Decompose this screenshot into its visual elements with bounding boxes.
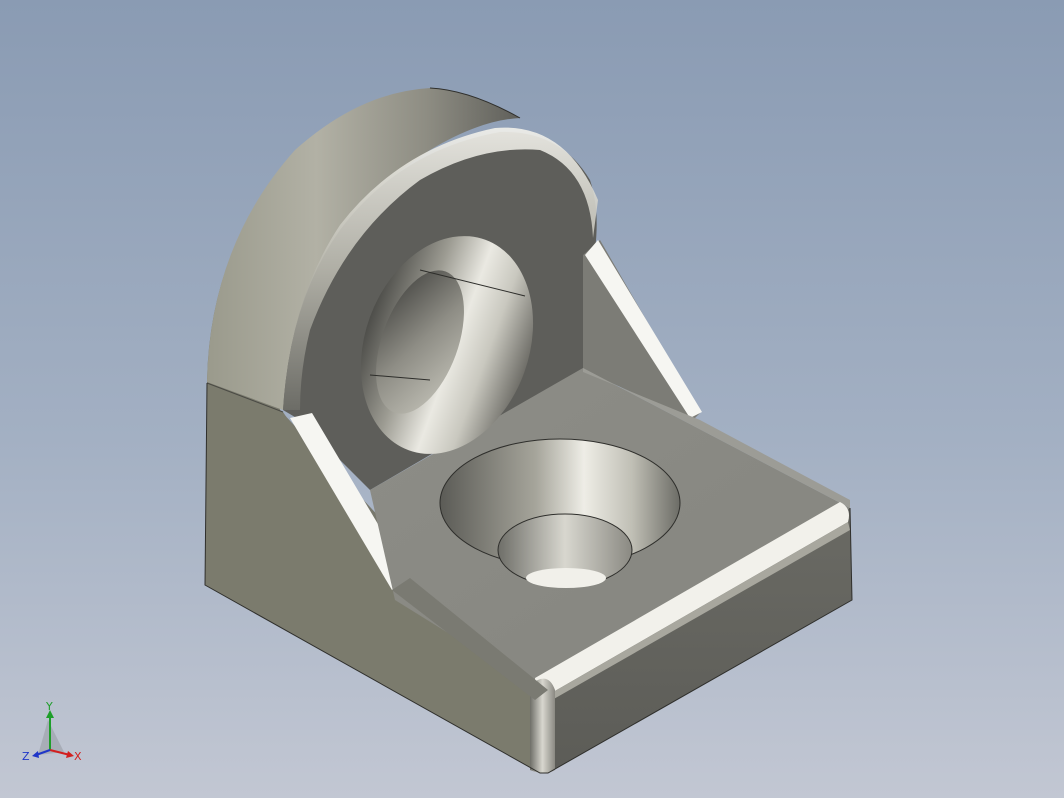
triad-axes: Y X Z	[22, 700, 82, 763]
z-axis-arrow-icon	[32, 751, 39, 758]
view-triad[interactable]: Y X Z	[18, 700, 88, 770]
part-model[interactable]	[0, 0, 1064, 798]
x-axis-arrow-icon	[66, 751, 74, 758]
y-axis-label: Y	[45, 700, 53, 713]
z-axis-label: Z	[22, 750, 30, 763]
x-axis-label: X	[74, 750, 82, 763]
graphics-viewport[interactable]: Y X Z	[0, 0, 1064, 798]
base-hole-bottom	[526, 568, 606, 588]
